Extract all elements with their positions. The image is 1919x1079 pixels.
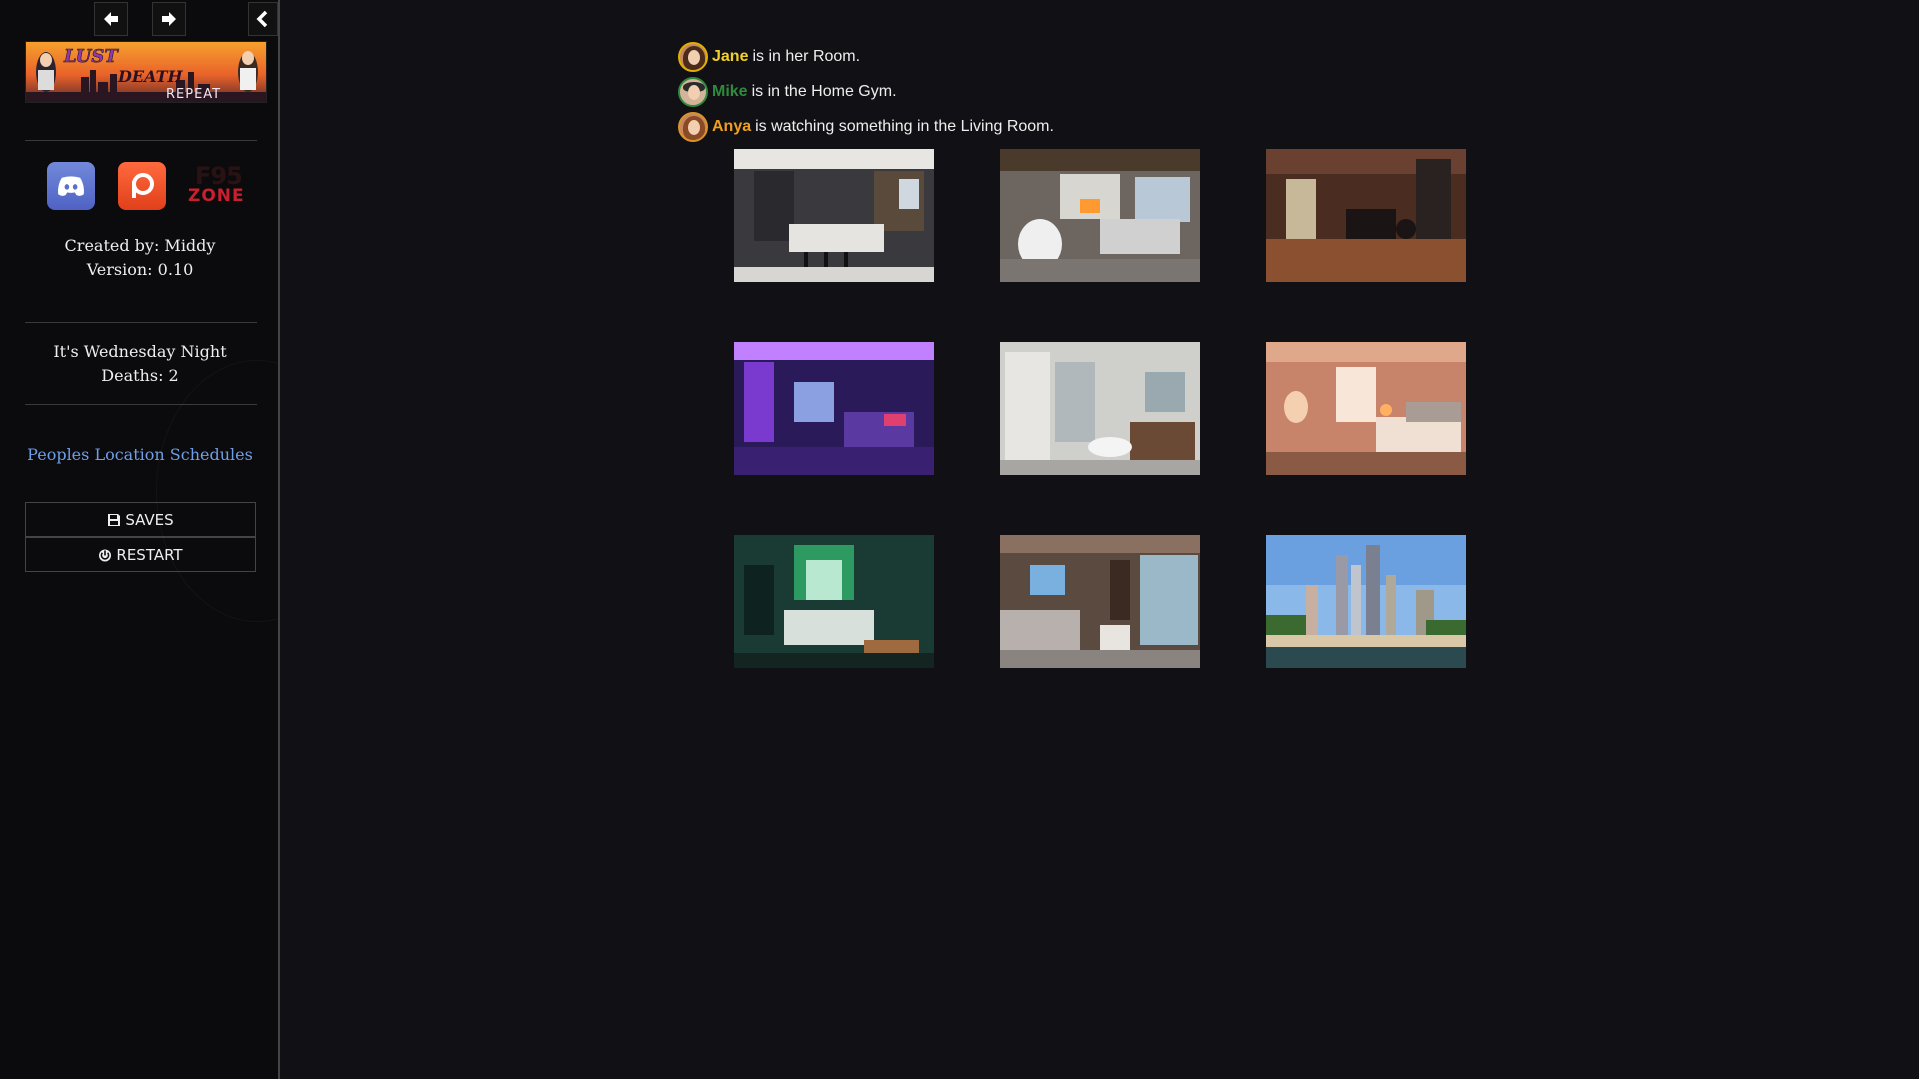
arrow-left-icon	[104, 12, 118, 26]
restart-label: RESTART	[116, 545, 183, 564]
game-banner-logo: LUST DEATH REPEAT	[25, 41, 267, 103]
living-room-image	[1000, 149, 1200, 282]
living-room-button[interactable]	[1000, 149, 1200, 282]
zone-text: ZONE	[188, 186, 245, 206]
time-of-day-text: It's Wednesday Night	[53, 342, 227, 361]
bathroom-image	[1000, 342, 1200, 475]
home-gym-room-button[interactable]	[1266, 149, 1466, 282]
peach-bedroom-button[interactable]	[1266, 342, 1466, 475]
history-forward-button[interactable]	[152, 2, 186, 36]
chevron-left-icon	[256, 10, 268, 28]
f95zone-icon[interactable]: F95 ZONE	[185, 162, 244, 210]
kitchen-image	[734, 149, 934, 282]
purple-bedroom-image	[734, 342, 934, 475]
location-text-jane: is in her Room.	[752, 48, 861, 65]
banner-title-death: DEATH	[117, 67, 184, 86]
city-image	[1266, 535, 1466, 668]
jane-avatar	[678, 42, 708, 72]
version-text: Version: 0.10	[86, 260, 194, 279]
location-text-mike: is in the Home Gym.	[751, 83, 897, 100]
city-button[interactable]	[1266, 535, 1466, 668]
main-passage: Jane is in her Room. Mike is in the Home…	[280, 0, 1919, 1079]
discord-icon[interactable]	[47, 162, 95, 210]
location-line-jane: Jane is in her Room.	[678, 40, 860, 74]
divider	[25, 322, 257, 323]
deaths-counter: Deaths: 2	[101, 366, 179, 385]
home-gym-image	[1266, 149, 1466, 282]
power-icon	[99, 549, 112, 561]
sidebar-toggle-button[interactable]	[248, 2, 278, 36]
peach-bedroom-image	[1266, 342, 1466, 475]
kitchen-room-button[interactable]	[734, 149, 934, 282]
character-name-mike: Mike	[712, 83, 748, 100]
location-text-anya: is watching something in the Living Room…	[755, 118, 1054, 135]
arrow-right-icon	[162, 12, 176, 26]
character-name-anya: Anya	[712, 118, 752, 135]
sidebar: LUST DEATH REPEAT F95 ZONE Created by: M…	[0, 0, 280, 1079]
master-bedroom-image	[1000, 535, 1200, 668]
divider	[25, 404, 257, 405]
location-line-mike: Mike is in the Home Gym.	[678, 75, 897, 109]
divider	[25, 140, 257, 141]
banner-title-repeat: REPEAT	[166, 87, 221, 102]
bathroom-button[interactable]	[1000, 342, 1200, 475]
floppy-disk-icon	[108, 513, 121, 526]
character-name-jane: Jane	[712, 48, 749, 65]
green-bedroom-button[interactable]	[734, 535, 934, 668]
master-bedroom-button[interactable]	[1000, 535, 1200, 668]
banner-image: LUST DEATH REPEAT	[26, 42, 266, 102]
purple-bedroom-button[interactable]	[734, 342, 934, 475]
history-back-button[interactable]	[94, 2, 128, 36]
created-by-text: Created by: Middy	[64, 236, 216, 255]
discord-logo-icon	[58, 176, 84, 196]
mike-avatar	[678, 77, 708, 107]
anya-avatar	[678, 112, 708, 142]
saves-label: SAVES	[125, 510, 174, 529]
patreon-logo-icon	[132, 173, 154, 198]
green-bedroom-image	[734, 535, 934, 668]
peoples-location-schedules-link[interactable]: Peoples Location Schedules	[0, 445, 278, 464]
patreon-icon[interactable]	[118, 162, 166, 210]
location-line-anya: Anya is watching something in the Living…	[678, 110, 1054, 144]
saves-button[interactable]: SAVES	[25, 502, 256, 537]
restart-button[interactable]: RESTART	[25, 537, 256, 572]
banner-title-lust: LUST	[63, 46, 119, 67]
